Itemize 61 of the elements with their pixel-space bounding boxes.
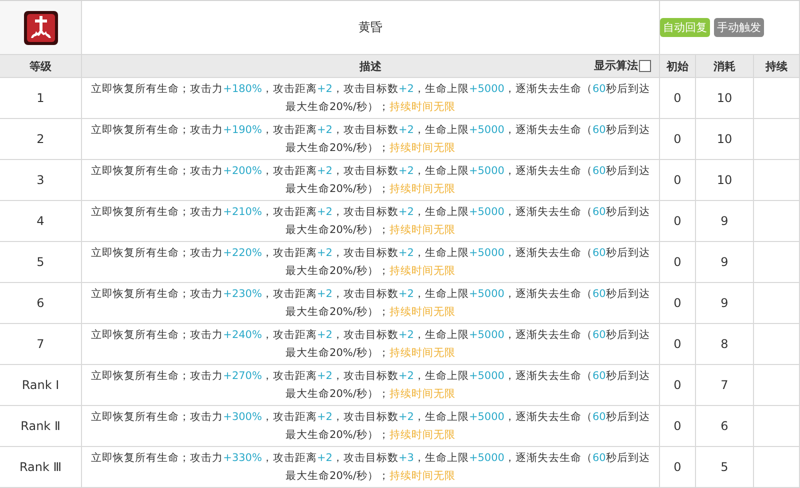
initial-cell: 0 [674, 132, 682, 146]
formula-toggle-label: 显示算法 [594, 58, 638, 73]
initial-cell: 0 [674, 296, 682, 310]
initial-cell: 0 [674, 337, 682, 351]
level-cell: 4 [36, 214, 44, 228]
cost-cell: 9 [720, 296, 728, 310]
level-cell: Rank Ⅰ [22, 378, 60, 392]
cost-cell: 5 [720, 460, 728, 474]
description-line: 立即恢复所有生命；攻击力+190%，攻击距离+2，攻击目标数+2，生命上限+5000，逐渐失去生命（60秒后到达 [91, 123, 650, 138]
initial-cell: 0 [674, 460, 682, 474]
description-line: 立即恢复所有生命；攻击力+240%，攻击距离+2，攻击目标数+2，生命上限+5000，逐渐失去生命（60秒后到达 [91, 328, 650, 343]
level-cell: 7 [36, 337, 44, 351]
description-line: 最大生命20%/秒）；持续时间无限 [286, 428, 456, 443]
description-line: 最大生命20%/秒）；持续时间无限 [286, 346, 456, 361]
column-header: 持续 [766, 58, 788, 74]
column-header: 等级 [30, 58, 52, 74]
cost-cell: 9 [720, 214, 728, 228]
cost-cell: 10 [716, 91, 732, 105]
cost-cell: 9 [720, 255, 728, 269]
skill-icon [22, 10, 58, 46]
skill-tag: 手动触发 [714, 18, 764, 37]
description-line: 立即恢复所有生命；攻击力+220%，攻击距离+2，攻击目标数+2，生命上限+5000，逐渐失去生命（60秒后到达 [91, 246, 650, 261]
level-cell: 2 [36, 132, 44, 146]
description-line: 立即恢复所有生命；攻击力+210%，攻击距离+2，攻击目标数+2，生命上限+5000，逐渐失去生命（60秒后到达 [91, 205, 650, 220]
skill-tag: 自动回复 [660, 18, 710, 37]
cost-cell: 10 [716, 132, 732, 146]
initial-cell: 0 [674, 91, 682, 105]
cost-cell: 8 [720, 337, 728, 351]
description-line: 最大生命20%/秒）；持续时间无限 [286, 141, 456, 156]
initial-cell: 0 [674, 378, 682, 392]
level-cell: 3 [36, 173, 44, 187]
description-line: 立即恢复所有生命；攻击力+230%，攻击距离+2，攻击目标数+2，生命上限+5000，逐渐失去生命（60秒后到达 [91, 287, 650, 302]
description-line: 立即恢复所有生命；攻击力+300%，攻击距离+2，攻击目标数+2，生命上限+5000，逐渐失去生命（60秒后到达 [91, 410, 650, 425]
formula-checkbox[interactable] [639, 60, 651, 72]
cost-cell: 7 [720, 378, 728, 392]
description-line: 最大生命20%/秒）；持续时间无限 [286, 100, 456, 115]
initial-cell: 0 [674, 173, 682, 187]
description-line: 最大生命20%/秒）；持续时间无限 [286, 387, 456, 402]
description-line: 最大生命20%/秒）；持续时间无限 [286, 469, 456, 484]
description-line: 立即恢复所有生命；攻击力+180%，攻击距离+2，攻击目标数+2，生命上限+5000，逐渐失去生命（60秒后到达 [91, 82, 650, 97]
description-line: 立即恢复所有生命；攻击力+200%，攻击距离+2，攻击目标数+2，生命上限+5000，逐渐失去生命（60秒后到达 [91, 164, 650, 179]
column-header: 初始 [666, 58, 688, 74]
description-line: 最大生命20%/秒）；持续时间无限 [286, 182, 456, 197]
level-cell: 6 [36, 296, 44, 310]
description-line: 立即恢复所有生命；攻击力+270%，攻击距离+2，攻击目标数+2，生命上限+5000，逐渐失去生命（60秒后到达 [91, 369, 650, 384]
initial-cell: 0 [674, 255, 682, 269]
description-line: 最大生命20%/秒）；持续时间无限 [286, 264, 456, 279]
level-cell: Rank Ⅲ [19, 460, 62, 474]
cost-cell: 6 [720, 419, 728, 433]
level-cell: 5 [36, 255, 44, 269]
cost-cell: 10 [716, 173, 732, 187]
initial-cell: 0 [674, 214, 682, 228]
description-line: 最大生命20%/秒）；持续时间无限 [286, 305, 456, 320]
column-header: 描述 [360, 58, 382, 74]
description-line: 立即恢复所有生命；攻击力+330%，攻击距离+2，攻击目标数+3，生命上限+5000，逐渐失去生命（60秒后到达 [91, 451, 650, 466]
level-cell: 1 [36, 91, 44, 105]
level-cell: Rank Ⅱ [20, 419, 60, 433]
column-header: 消耗 [714, 58, 736, 74]
description-line: 最大生命20%/秒）；持续时间无限 [286, 223, 456, 238]
initial-cell: 0 [674, 419, 682, 433]
skill-title: 黄昏 [358, 19, 382, 36]
